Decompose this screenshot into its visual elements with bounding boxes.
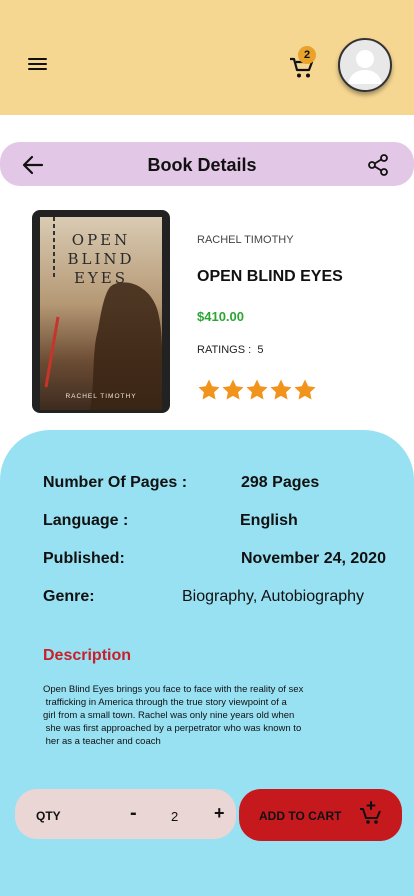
genre-label: Genre: [43,588,95,605]
add-to-cart-label[interactable]: ADD TO CART [259,809,341,823]
star-icon [198,379,220,400]
increase-quantity-button[interactable]: + [214,803,225,824]
cover-author: RACHEL TIMOTHY [65,393,137,400]
book-author: RACHEL TIMOTHY [197,234,294,246]
star-icon [270,379,292,400]
page-title: Book Details [147,155,257,175]
language-label: Language : [43,512,129,529]
language-value: English [240,512,298,529]
cover-title: OPEN BLIND EYES [67,231,135,287]
book-title: OPEN BLIND EYES [197,268,343,285]
genre-value: Biography, Autobiography [182,588,365,605]
star-icon [222,379,244,400]
quantity-value: 2 [171,809,179,824]
pages-label: Number Of Pages : [43,474,188,491]
user-avatar-icon[interactable] [338,38,392,92]
description-text: Open Blind Eyes brings you face to face … [43,684,304,747]
book-cover-image: OPEN BLIND EYES RACHEL TIMOTHY [40,217,162,410]
book-price: $410.00 [197,309,244,324]
cart-count-badge: 2 [298,46,316,64]
decrease-quantity-button[interactable]: - [130,802,137,825]
pages-value: 298 Pages [241,474,320,491]
published-label: Published: [43,550,125,567]
star-icon [246,379,268,400]
qty-label: QTY [36,809,61,823]
add-to-cart-icon[interactable] [359,801,383,825]
share-icon[interactable] [367,154,389,176]
ratings-text: RATINGS : 5 [197,344,264,356]
description-heading: Description [43,647,132,664]
star-icon [294,379,316,400]
hamburger-menu-icon[interactable] [28,56,48,72]
published-value: November 24, 2020 [241,550,386,567]
